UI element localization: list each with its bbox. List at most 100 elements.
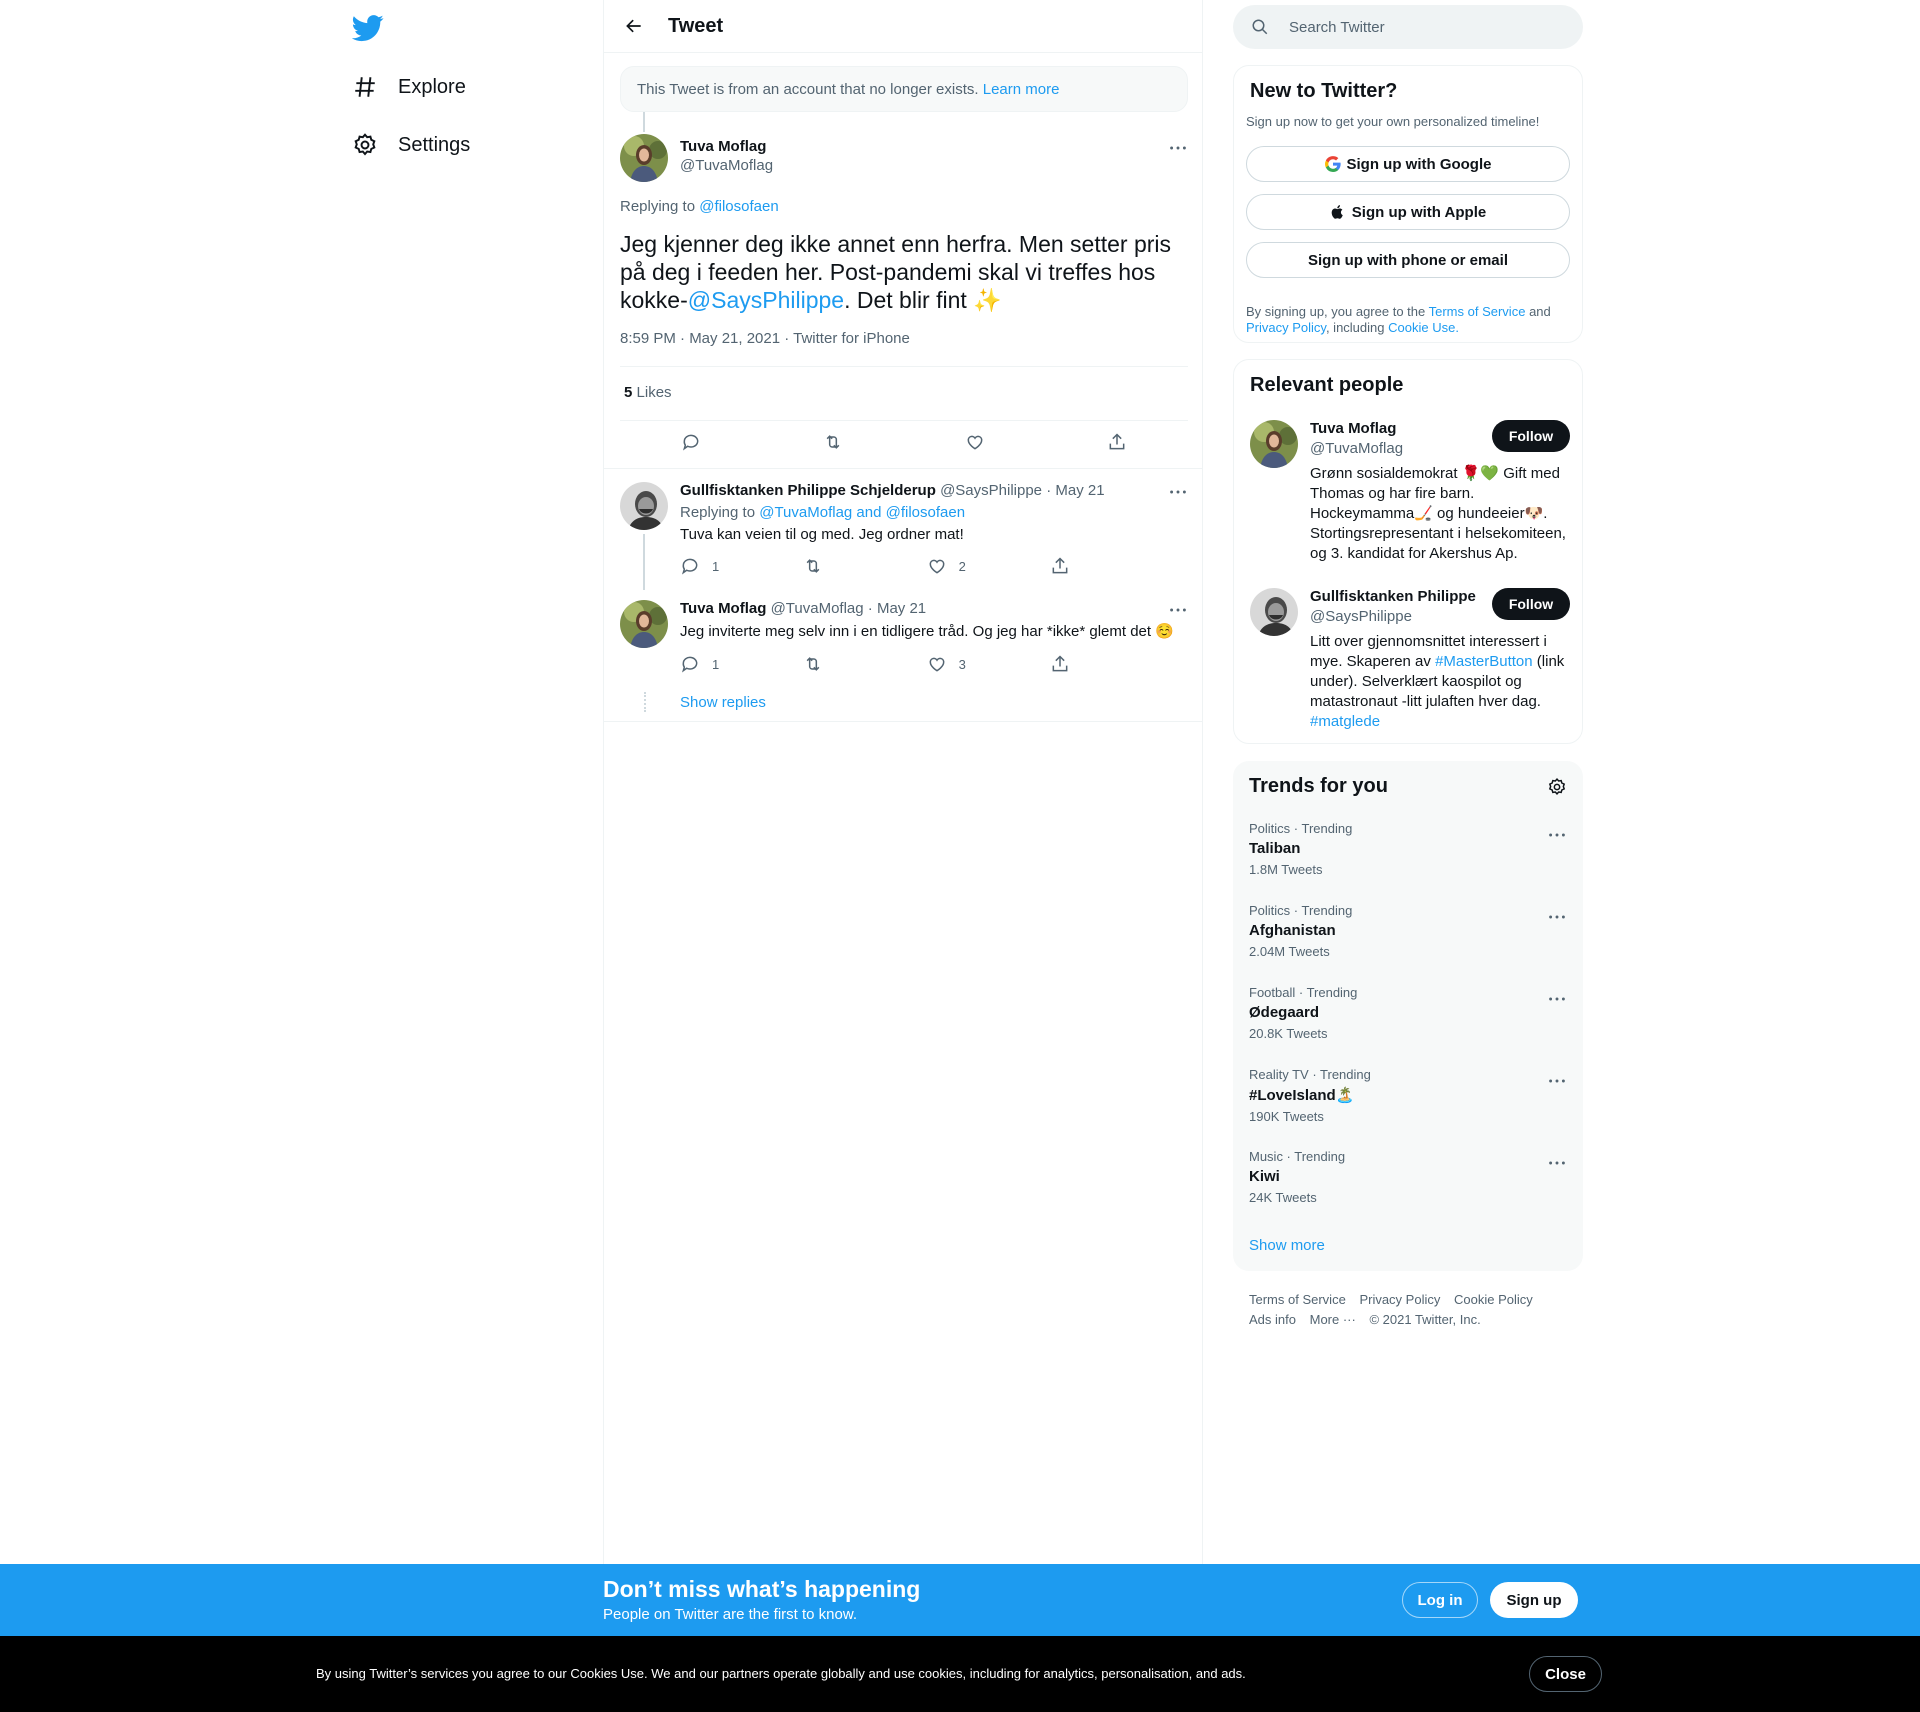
more-options-icon[interactable] bbox=[1168, 600, 1188, 620]
reply-button[interactable]: 1 bbox=[680, 556, 740, 576]
reply-text: Tuva kan veien til og med. Jeg ordner ma… bbox=[680, 526, 964, 543]
more-options-icon[interactable] bbox=[1547, 989, 1567, 1009]
person-name[interactable]: Tuva Moflag bbox=[1310, 420, 1396, 437]
trend-item[interactable]: Football · Trending Ødegaard 20.8K Tweet… bbox=[1249, 985, 1567, 1067]
like-button[interactable]: 2 bbox=[927, 556, 987, 576]
show-replies-link[interactable]: Show replies bbox=[680, 694, 766, 711]
author-name[interactable]: Tuva Moflag bbox=[680, 600, 766, 617]
tweet-text: Jeg kjenner deg ikke annet enn herfra. M… bbox=[620, 230, 1188, 314]
deleted-account-notice: This Tweet is from an account that no lo… bbox=[620, 66, 1188, 112]
footer-link[interactable]: Terms of Service bbox=[1249, 1292, 1346, 1307]
trend-item[interactable]: Politics · Trending Afghanistan 2.04M Tw… bbox=[1249, 903, 1567, 985]
search-icon bbox=[1233, 18, 1269, 36]
reply-tweet[interactable]: Gullfisktanken Philippe Schjelderup @Say… bbox=[620, 482, 1188, 582]
gear-icon[interactable] bbox=[1547, 777, 1567, 797]
follow-button[interactable]: Follow bbox=[1492, 420, 1570, 452]
trend-item[interactable]: Politics · Trending Taliban 1.8M Tweets bbox=[1249, 821, 1567, 903]
tweet-date[interactable]: · May 21 bbox=[868, 600, 926, 617]
person-handle[interactable]: @TuvaMoflag bbox=[1310, 440, 1403, 457]
reply-button[interactable]: 1 bbox=[680, 654, 740, 674]
person-item[interactable]: Tuva Moflag @TuvaMoflag Follow Grønn sos… bbox=[1250, 420, 1570, 562]
follow-button[interactable]: Follow bbox=[1492, 588, 1570, 620]
legal-text: By signing up, you agree to the Terms of… bbox=[1246, 304, 1570, 336]
avatar[interactable] bbox=[1250, 588, 1298, 636]
signup-apple-button[interactable]: Sign up with Apple bbox=[1246, 194, 1570, 230]
reply-tweet[interactable]: Tuva Moflag @TuvaMoflag · May 21 Jeg inv… bbox=[620, 600, 1188, 680]
like-icon[interactable] bbox=[965, 432, 985, 452]
replying-to-link[interactable]: @TuvaMoflag and @filosofaen bbox=[759, 504, 965, 521]
share-icon[interactable] bbox=[1107, 432, 1127, 452]
signup-button[interactable]: Sign up bbox=[1490, 1582, 1578, 1618]
person-item[interactable]: Gullfisktanken Philippe @SaysPhilippe Fo… bbox=[1250, 588, 1570, 738]
card-subtitle: Sign up now to get your own personalized… bbox=[1246, 114, 1540, 129]
tos-link[interactable]: Terms of Service bbox=[1429, 304, 1526, 319]
footer-link[interactable]: Cookie Policy bbox=[1454, 1292, 1533, 1307]
hashtag-link[interactable]: #MasterButton bbox=[1435, 653, 1533, 670]
card-title: Trends for you bbox=[1249, 775, 1388, 797]
search-box[interactable] bbox=[1233, 5, 1583, 49]
retweet-button[interactable] bbox=[803, 556, 863, 576]
trend-category: Music · Trending bbox=[1249, 1149, 1346, 1164]
footer-link[interactable]: More ··· bbox=[1310, 1312, 1356, 1327]
signup-google-button[interactable]: Sign up with Google bbox=[1246, 146, 1570, 182]
trend-count: 2.04M Tweets bbox=[1249, 944, 1330, 959]
author-name[interactable]: Gullfisktanken Philippe Schjelderup bbox=[680, 482, 936, 499]
more-options-icon[interactable] bbox=[1547, 907, 1567, 927]
avatar[interactable] bbox=[620, 600, 668, 648]
legal-part: , including bbox=[1325, 320, 1385, 335]
reply-icon bbox=[680, 654, 700, 674]
more-options-icon[interactable] bbox=[1168, 482, 1188, 502]
new-to-twitter-card: New to Twitter? Sign up now to get your … bbox=[1233, 65, 1583, 343]
nav-settings[interactable]: Settings bbox=[352, 120, 470, 170]
learn-more-link[interactable]: Learn more bbox=[983, 81, 1060, 98]
avatar[interactable] bbox=[620, 482, 668, 530]
cookie-link[interactable]: Cookie Use. bbox=[1388, 320, 1459, 335]
more-options-icon[interactable] bbox=[1168, 138, 1188, 158]
person-handle[interactable]: @SaysPhilippe bbox=[1310, 608, 1412, 625]
author-handle[interactable]: @TuvaMoflag bbox=[680, 157, 773, 174]
back-arrow-icon[interactable] bbox=[616, 8, 652, 44]
search-input[interactable] bbox=[1289, 18, 1569, 36]
replying-to: Replying to @TuvaMoflag and @filosofaen bbox=[680, 504, 965, 521]
more-options-icon[interactable] bbox=[1547, 825, 1567, 845]
like-count: 2 bbox=[958, 558, 966, 574]
reply-text: Jeg inviterte meg selv inn i en tidliger… bbox=[680, 623, 1174, 640]
trend-item[interactable]: Reality TV · Trending #LoveIsland🏝️ 190K… bbox=[1249, 1067, 1567, 1149]
header: Tweet bbox=[604, 0, 1202, 53]
footer-link[interactable]: Privacy Policy bbox=[1359, 1292, 1440, 1307]
show-more-link[interactable]: Show more bbox=[1249, 1237, 1325, 1254]
trend-item[interactable]: Music · Trending Kiwi 24K Tweets bbox=[1249, 1149, 1567, 1231]
privacy-link[interactable]: Privacy Policy bbox=[1246, 320, 1326, 335]
author-name[interactable]: Tuva Moflag bbox=[680, 138, 773, 155]
more-options-icon[interactable] bbox=[1547, 1153, 1567, 1173]
share-icon[interactable] bbox=[1050, 556, 1110, 576]
login-button[interactable]: Log in bbox=[1402, 1582, 1478, 1618]
mention-link[interactable]: @SaysPhilippe bbox=[688, 287, 844, 313]
replying-to-link[interactable]: @filosofaen bbox=[699, 198, 778, 215]
footer-link[interactable]: Ads info bbox=[1249, 1312, 1296, 1327]
likes-count[interactable]: 5 Likes bbox=[624, 384, 672, 401]
retweet-icon[interactable] bbox=[823, 432, 843, 452]
close-button[interactable]: Close bbox=[1529, 1656, 1602, 1692]
replying-prefix: Replying to bbox=[620, 198, 696, 215]
signup-phone-button[interactable]: Sign up with phone or email bbox=[1246, 242, 1570, 278]
tweet-timestamp[interactable]: 8:59 PM · May 21, 2021 · Twitter for iPh… bbox=[620, 330, 910, 347]
avatar[interactable] bbox=[620, 134, 668, 182]
banner-subtitle: People on Twitter are the first to know. bbox=[603, 1606, 858, 1623]
author-handle[interactable]: @TuvaMoflag bbox=[771, 600, 864, 617]
like-button[interactable]: 3 bbox=[927, 654, 987, 674]
tweet-date[interactable]: · May 21 bbox=[1046, 482, 1104, 499]
nav-explore[interactable]: Explore bbox=[352, 62, 466, 112]
hashtag-link[interactable]: #matglede bbox=[1310, 713, 1380, 730]
person-name[interactable]: Gullfisktanken Philippe bbox=[1310, 588, 1476, 605]
reply-icon[interactable] bbox=[681, 432, 701, 452]
retweet-button[interactable] bbox=[803, 654, 863, 674]
twitter-bird-icon[interactable] bbox=[352, 12, 384, 44]
thread-connector bbox=[643, 112, 645, 132]
author-handle[interactable]: @SaysPhilippe bbox=[940, 482, 1042, 499]
trend-count: 190K Tweets bbox=[1249, 1109, 1324, 1124]
share-icon[interactable] bbox=[1050, 654, 1110, 674]
trends-card: Trends for you Politics · Trending Talib… bbox=[1233, 761, 1583, 1271]
more-options-icon[interactable] bbox=[1547, 1071, 1567, 1091]
avatar[interactable] bbox=[1250, 420, 1298, 468]
